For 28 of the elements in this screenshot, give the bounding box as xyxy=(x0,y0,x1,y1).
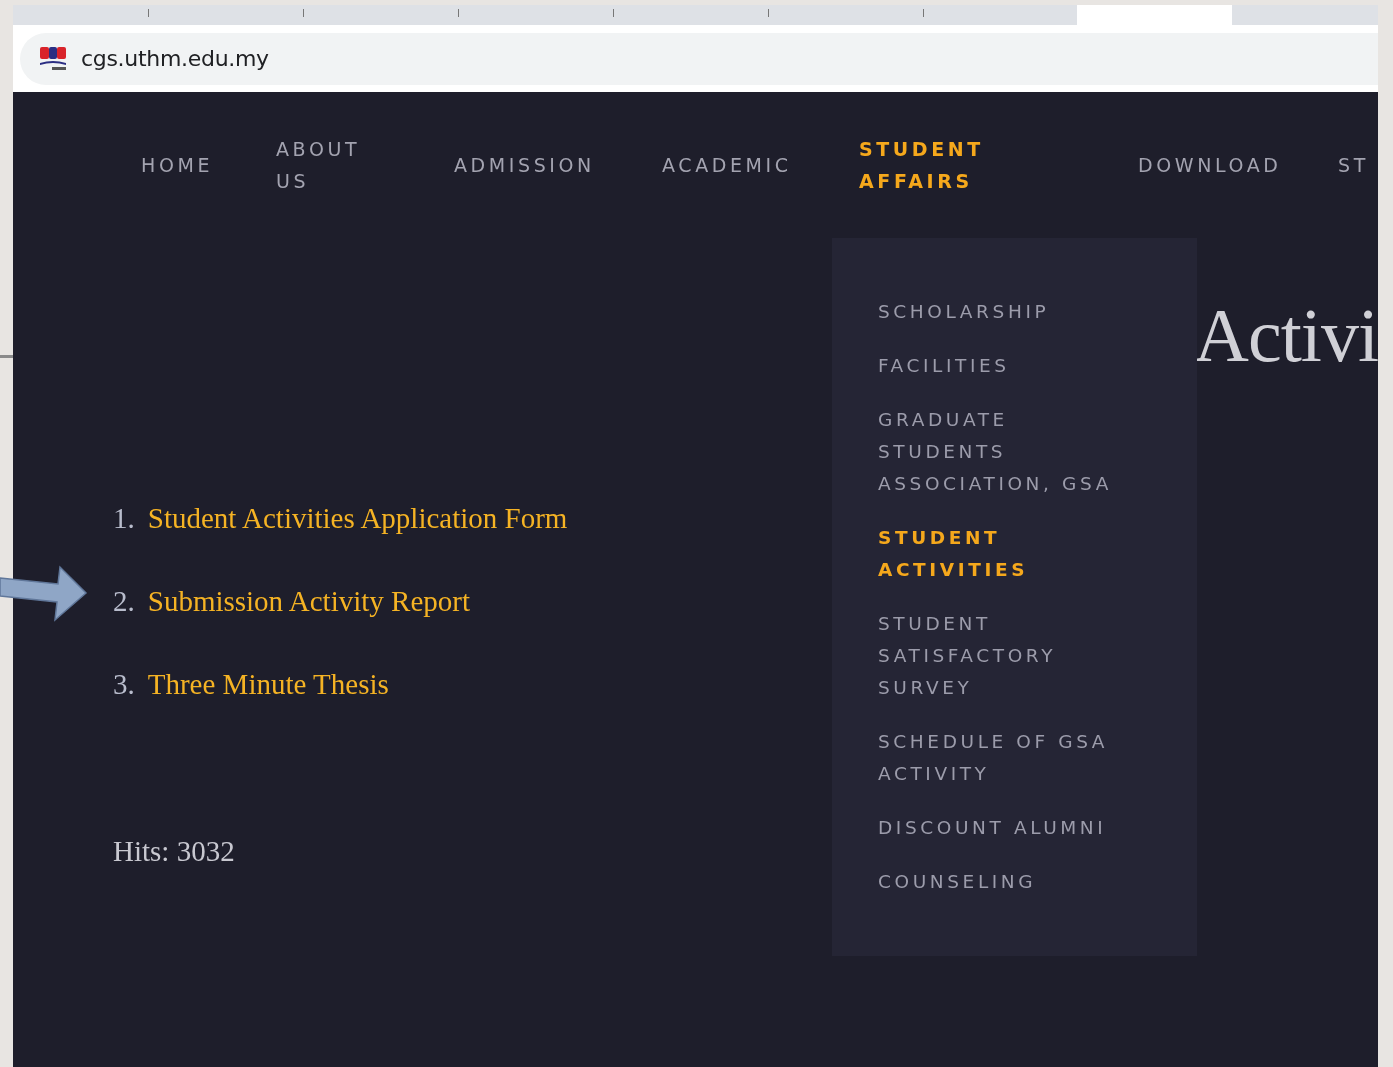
active-tab[interactable] xyxy=(1077,5,1232,25)
nav-link[interactable]: HOME xyxy=(141,149,276,181)
list-number: 1. xyxy=(113,501,135,536)
url-text: cgs.uthm.edu.my xyxy=(81,46,269,71)
menu-item[interactable]: DISCOUNT ALUMNI xyxy=(878,801,1133,855)
hits-counter: Hits: 3032 xyxy=(113,834,235,869)
document-link[interactable]: Three Minute Thesis xyxy=(147,664,389,704)
document-link[interactable]: Student Activities Application Form xyxy=(147,498,568,538)
menu-item[interactable]: STUDENT SATISFACTORY SURVEY xyxy=(878,597,1133,715)
nav-link[interactable]: ST xyxy=(1338,149,1378,181)
page-heading: Activi xyxy=(1194,295,1378,379)
document-link[interactable]: Submission Activity Report xyxy=(147,581,470,621)
nav-link[interactable]: STUDENT AFFAIRS xyxy=(859,133,999,197)
menu-item[interactable]: STUDENT ACTIVITIES xyxy=(878,511,1133,597)
nav-link[interactable]: ABOUT US xyxy=(276,133,386,197)
address-field[interactable]: cgs.uthm.edu.my xyxy=(20,32,1378,85)
menu-item[interactable]: COUNSELING xyxy=(878,855,1133,909)
list-number: 3. xyxy=(113,667,135,702)
menu-item[interactable]: FACILITIES xyxy=(878,339,1133,393)
arrow-icon xyxy=(0,564,88,624)
site-logo-icon xyxy=(38,44,68,73)
list-number: 2. xyxy=(113,584,135,619)
menu-item[interactable]: SCHEDULE OF GSA ACTIVITY xyxy=(878,715,1133,801)
nav-link[interactable]: DOWNLOAD xyxy=(1138,149,1338,181)
menu-item[interactable]: SCHOLARSHIP xyxy=(878,285,1133,339)
nav-link[interactable]: ADMISSION xyxy=(454,149,662,181)
nav-link[interactable]: ACADEMIC xyxy=(662,149,859,181)
menu-item[interactable]: GRADUATE STUDENTS ASSOCIATION, GSA xyxy=(878,393,1133,511)
